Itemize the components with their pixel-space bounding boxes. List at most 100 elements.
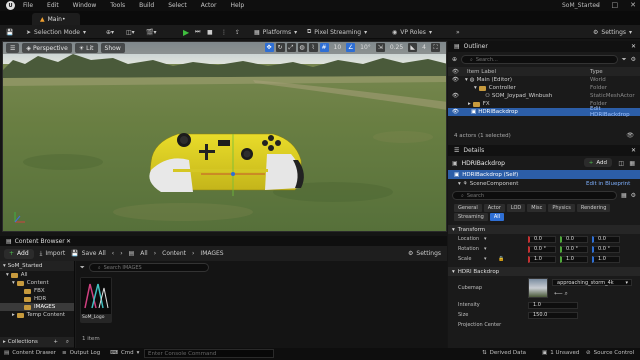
filter-streaming[interactable]: Streaming [454, 213, 488, 221]
visibility-icon[interactable]: 👁 [452, 93, 459, 99]
options-icon[interactable]: ▦ [629, 160, 635, 167]
eject-icon[interactable]: ⇪ [235, 27, 240, 37]
filter-physics[interactable]: Physics [548, 204, 575, 212]
rotation-z-field[interactable]: 0.0 ° [592, 245, 620, 253]
output-log-button[interactable]: ≡ Output Log [62, 350, 100, 356]
scale-tool-icon[interactable]: ⤢ [286, 43, 296, 52]
filter-general[interactable]: General [454, 204, 482, 212]
blueprint-icon[interactable]: ◫ [618, 160, 624, 167]
asset-search-input[interactable]: ⌕ Search IMAGES [88, 263, 209, 272]
actor-name-field[interactable]: HDRIBackdrop [462, 160, 505, 167]
scale-snap-icon[interactable]: ⇲ [375, 43, 385, 52]
blueprint-icon[interactable]: ◫▾ [126, 27, 135, 37]
level-viewport[interactable]: ☰ ◈ Perspective ☀ Lit Show ✥ ↻ ⤢ ◍ ⌇ # 1… [2, 41, 447, 232]
filter-lod[interactable]: LOD [506, 204, 526, 212]
add-filter-icon[interactable]: ⊕ [452, 56, 457, 63]
tree-row-fbx[interactable]: FBX [0, 287, 74, 295]
play-button[interactable]: ▶ [183, 27, 189, 37]
menu-build[interactable]: Build [139, 2, 154, 9]
rotation-x-field[interactable]: 0.0 ° [528, 245, 556, 253]
tab-main[interactable]: ▲ Main• [32, 13, 80, 25]
item-label-column[interactable]: Item Label [467, 69, 496, 75]
hdri-backdrop-category[interactable]: ▾ HDRI Backdrop [448, 267, 640, 276]
menu-select[interactable]: Select [168, 2, 187, 9]
tree-row-images[interactable]: IMAGES [0, 303, 74, 311]
stop-icon[interactable]: ■ [207, 27, 213, 37]
import-button[interactable]: ⤓ Import [40, 250, 66, 258]
tree-row-temp[interactable]: ▸ Temp Content [0, 311, 74, 319]
rotation-snap-value[interactable]: 10° [360, 44, 371, 51]
menu-help[interactable]: Help [231, 2, 245, 9]
filter-rendering[interactable]: Rendering [576, 204, 611, 212]
console-command-input[interactable]: Enter Console Command [144, 349, 274, 358]
content-browser-title[interactable]: Content Browser [15, 238, 65, 245]
rotation-snap-icon[interactable]: ∠ [346, 43, 356, 52]
visibility-icon[interactable]: 👁 [452, 69, 459, 75]
more-chevron-icon[interactable]: » [456, 27, 460, 37]
filter-icon[interactable]: ⏷ [80, 264, 85, 272]
derived-data-button[interactable]: ⇅ Derived Data [482, 350, 526, 356]
lit-button[interactable]: ☀ Lit [74, 43, 98, 53]
menu-tools[interactable]: Tools [110, 2, 125, 9]
save-icon[interactable]: 💾 [6, 27, 13, 37]
tree-row-all[interactable]: ▾ All [0, 271, 74, 279]
minimize-icon[interactable]: – [596, 1, 600, 9]
size-field[interactable]: 150.0 [528, 311, 578, 319]
pixel-streaming-button[interactable]: ⧉ Pixel Streaming ▾ [307, 27, 367, 37]
outliner-search-input[interactable]: ⌕ Search... [461, 55, 618, 64]
sequence-icon[interactable]: 🎬▾ [146, 27, 156, 37]
scale-y-field[interactable]: 1.0 [560, 255, 588, 263]
content-drawer-button[interactable]: ▤ Content Drawer [4, 350, 56, 356]
vp-roles-button[interactable]: ◉ VP Roles ▾ [392, 27, 432, 37]
lock-icon[interactable]: 🔒 [498, 256, 504, 262]
create-icon[interactable]: ⊕▾ [106, 27, 114, 37]
cb-settings-button[interactable]: ⚙ Settings [408, 250, 441, 257]
breadcrumb-content[interactable]: Content [162, 250, 186, 257]
outliner-row-mesh[interactable]: 👁 ⚇ SOM_Joypad_Winbush StaticMeshActor [448, 92, 640, 100]
filter-all[interactable]: All [489, 213, 505, 221]
add-component-button[interactable]: + Add [583, 158, 612, 167]
save-all-button[interactable]: 💾 Save All [71, 250, 106, 257]
scale-x-field[interactable]: 1.0 [528, 255, 556, 263]
grid-snap-icon[interactable]: # [319, 43, 329, 52]
tree-row-content[interactable]: ▾ Content [0, 279, 74, 287]
edit-in-blueprint-link[interactable]: Edit in Blueprint [586, 181, 630, 187]
component-self-row[interactable]: ▣ HDRIBackdrop (Self) [448, 170, 640, 179]
transform-category[interactable]: ▾ Transform [448, 225, 640, 234]
menu-window[interactable]: Window [73, 2, 97, 9]
settings-button[interactable]: ⚙ Settings ▾ [593, 27, 632, 37]
component-scene-row[interactable]: ▾ ⚘ SceneComponent Edit in Blueprint [448, 179, 640, 188]
filter-icon[interactable]: ⏷ [622, 56, 627, 64]
show-button[interactable]: Show [100, 43, 125, 53]
gear-icon[interactable]: ⚙ [631, 56, 636, 63]
breadcrumb-images[interactable]: IMAGES [200, 250, 223, 257]
close-icon[interactable]: ✕ [631, 147, 636, 154]
outliner-row-folder[interactable]: ▾ Controller Folder [448, 84, 640, 92]
scale-z-field[interactable]: 1.0 [592, 255, 620, 263]
step-icon[interactable]: ⏭ [195, 27, 200, 37]
grid-view-icon[interactable]: ▦ [621, 192, 627, 199]
unsaved-button[interactable]: ▣ 1 Unsaved [542, 350, 579, 356]
filter-misc[interactable]: Misc [527, 204, 547, 212]
source-control-button[interactable]: ⊘ Source Control [586, 350, 634, 356]
cubemap-asset-picker[interactable]: approaching_storm_4k ▾ [552, 279, 632, 286]
view-options-icon[interactable]: 👁 [626, 132, 634, 139]
intensity-field[interactable]: 1.0 [528, 301, 578, 309]
location-z-field[interactable]: 0.0 [592, 235, 620, 243]
location-x-field[interactable]: 0.0 [528, 235, 556, 243]
controller-mesh[interactable] [149, 133, 304, 196]
expand-icon[interactable]: ▾ [474, 85, 477, 91]
add-button[interactable]: + Add [4, 248, 34, 259]
details-search-input[interactable]: ⌕ Search [452, 191, 617, 200]
plus-icon[interactable]: + [53, 339, 58, 345]
back-icon[interactable]: ‹ [112, 250, 114, 257]
select-tool-icon[interactable]: ✥ [264, 43, 274, 52]
outliner-row-hdri[interactable]: 👁 ▣ HDRIBackdrop Edit HDRIBackdrop [448, 106, 640, 118]
chevron-down-icon[interactable]: ▾ [484, 256, 487, 262]
cmd-dropdown[interactable]: ⌨ Cmd ▾ [110, 350, 139, 356]
filter-actor[interactable]: Actor [483, 204, 505, 212]
gear-icon[interactable]: ⚙ [631, 192, 636, 199]
close-icon[interactable]: ✕ [630, 1, 636, 9]
asset-tile-som-logo[interactable]: SoM_Logo [80, 277, 112, 323]
collections-row[interactable]: ▸ Collections + ⌕ [0, 337, 74, 347]
